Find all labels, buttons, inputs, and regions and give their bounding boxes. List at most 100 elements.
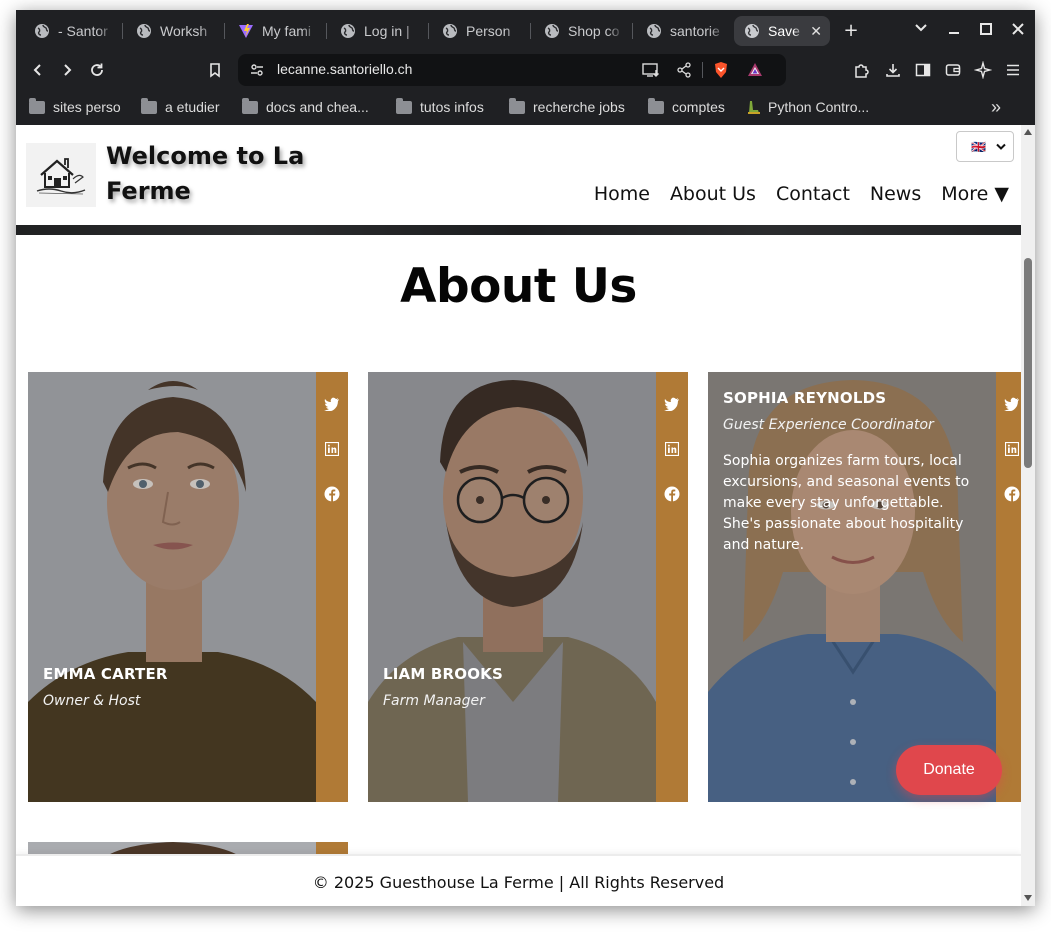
team-member-name: SOPHIA REYNOLDS	[723, 389, 887, 407]
new-tab-button[interactable]: +	[839, 20, 863, 42]
bookmark-python[interactable]: Python Contro...	[746, 97, 869, 117]
more-bookmarks-chevron-icon[interactable]: »	[991, 97, 1001, 117]
nav-home[interactable]: Home	[594, 183, 650, 205]
twitter-icon[interactable]	[664, 396, 680, 412]
bookmark-folder-tutos[interactable]: tutos infos	[396, 97, 484, 117]
reload-icon[interactable]	[85, 58, 109, 82]
facebook-icon[interactable]	[324, 486, 340, 502]
team-photo-sophia	[708, 372, 996, 802]
folder-icon	[141, 97, 157, 114]
maximize-button[interactable]	[974, 20, 998, 42]
wallet-icon[interactable]	[941, 58, 965, 82]
globe-icon	[544, 23, 560, 39]
bookmark-folder-jobs[interactable]: recherche jobs	[509, 97, 625, 117]
extensions-icon[interactable]	[850, 58, 874, 82]
farmhouse-logo[interactable]	[26, 143, 96, 207]
tab-strip: - Santor Worksh My fami Log in | Person …	[16, 10, 1035, 50]
scroll-down-arrow-icon[interactable]	[1024, 895, 1032, 901]
uk-flag-icon: 🇬🇧	[971, 139, 986, 154]
tab-person[interactable]: Person	[432, 16, 532, 46]
bookmark-label: tutos infos	[420, 99, 484, 115]
facebook-icon[interactable]	[1004, 486, 1020, 502]
leo-ai-icon[interactable]	[971, 58, 995, 82]
tab-label: Worksh	[160, 23, 208, 39]
twitter-icon[interactable]	[1004, 396, 1020, 412]
page-scrollbar[interactable]	[1021, 125, 1035, 906]
main-nav: Home About Us Contact News More ▼	[594, 183, 1009, 205]
site-footer: © 2025 Guesthouse La Ferme | All Rights …	[16, 854, 1021, 906]
python-icon	[746, 99, 762, 115]
team-member-role: Guest Experience Coordinator	[723, 417, 934, 433]
tab-save-active[interactable]: Save ✕	[734, 16, 830, 46]
minimize-button[interactable]	[942, 20, 966, 42]
twitter-icon[interactable]	[324, 396, 340, 412]
nav-news[interactable]: News	[870, 183, 921, 205]
bookmark-folder-a-etudier[interactable]: a etudier	[141, 97, 219, 117]
nav-about-us[interactable]: About Us	[670, 183, 756, 205]
team-member-role: Farm Manager	[383, 693, 485, 709]
folder-icon	[396, 97, 412, 114]
browser-window: - Santor Worksh My fami Log in | Person …	[16, 10, 1035, 906]
team-card-emma[interactable]: EMMA CARTER Owner & Host	[28, 372, 348, 802]
tab-separator	[122, 23, 123, 39]
bookmark-folder-sites-perso[interactable]: sites perso	[29, 97, 121, 117]
nav-more-dropdown[interactable]: More ▼	[941, 183, 1009, 205]
tab-separator	[326, 23, 327, 39]
globe-icon	[136, 23, 152, 39]
close-window-button[interactable]	[1006, 20, 1030, 42]
address-bar[interactable]: lecanne.santoriello.ch	[238, 54, 786, 86]
social-bar	[656, 372, 688, 802]
site-title[interactable]: Welcome to La Ferme	[106, 139, 326, 209]
download-icon[interactable]	[881, 58, 905, 82]
brave-shield-icon[interactable]	[712, 61, 730, 83]
globe-icon	[340, 23, 356, 39]
tab-workshop[interactable]: Worksh	[126, 16, 226, 46]
scroll-up-arrow-icon[interactable]	[1024, 129, 1032, 135]
donate-button[interactable]: Donate	[896, 745, 1002, 795]
page-title: About Us	[400, 259, 637, 314]
menu-icon[interactable]	[1001, 58, 1025, 82]
tab-label: - Santor	[58, 23, 108, 39]
site-info-icon[interactable]	[249, 62, 265, 82]
close-tab-icon[interactable]: ✕	[810, 23, 822, 40]
linkedin-icon[interactable]	[324, 441, 340, 457]
tab-santoriello[interactable]: santorie	[636, 16, 736, 46]
folder-icon	[29, 97, 45, 114]
bookmark-folder-comptes[interactable]: comptes	[648, 97, 725, 117]
globe-icon	[646, 23, 662, 39]
team-card-sophia[interactable]: SOPHIA REYNOLDS Guest Experience Coordin…	[708, 372, 1021, 802]
browser-toolbar: lecanne.santoriello.ch	[16, 50, 1035, 90]
facebook-icon[interactable]	[664, 486, 680, 502]
tab-label: Log in |	[364, 23, 410, 39]
tab-my-family[interactable]: My fami	[228, 16, 328, 46]
tab-separator	[530, 23, 531, 39]
brave-rewards-icon[interactable]	[746, 61, 764, 83]
linkedin-icon[interactable]	[664, 441, 680, 457]
tab-label: Shop co	[568, 23, 620, 39]
folder-icon	[509, 97, 525, 114]
team-card-liam[interactable]: LIAM BROOKS Farm Manager	[368, 372, 688, 802]
bookmark-label: Python Contro...	[768, 99, 870, 115]
bookmark-label: docs and chea...	[266, 99, 369, 115]
share-icon[interactable]	[676, 62, 692, 82]
sidebar-toggle-icon[interactable]	[911, 58, 935, 82]
tab-log-in[interactable]: Log in |	[330, 16, 430, 46]
chevron-down-icon	[996, 143, 1006, 151]
tab-list-chevron-icon[interactable]	[909, 20, 933, 42]
install-app-icon[interactable]	[642, 62, 660, 82]
tab-separator	[428, 23, 429, 39]
globe-icon	[744, 23, 760, 39]
bookmark-folder-docs[interactable]: docs and chea...	[242, 97, 369, 117]
linkedin-icon[interactable]	[1004, 441, 1020, 457]
back-arrow-icon[interactable]	[26, 58, 50, 82]
bookmark-icon[interactable]	[203, 58, 227, 82]
nav-contact[interactable]: Contact	[776, 183, 850, 205]
forward-arrow-icon[interactable]	[55, 58, 79, 82]
scrollbar-thumb[interactable]	[1024, 258, 1032, 468]
tab-shop[interactable]: Shop co	[534, 16, 634, 46]
tab-santor[interactable]: - Santor	[24, 16, 124, 46]
tab-separator	[224, 23, 225, 39]
tab-label: santorie	[670, 23, 720, 39]
language-select[interactable]: 🇬🇧	[956, 131, 1014, 162]
url-divider	[702, 62, 703, 78]
